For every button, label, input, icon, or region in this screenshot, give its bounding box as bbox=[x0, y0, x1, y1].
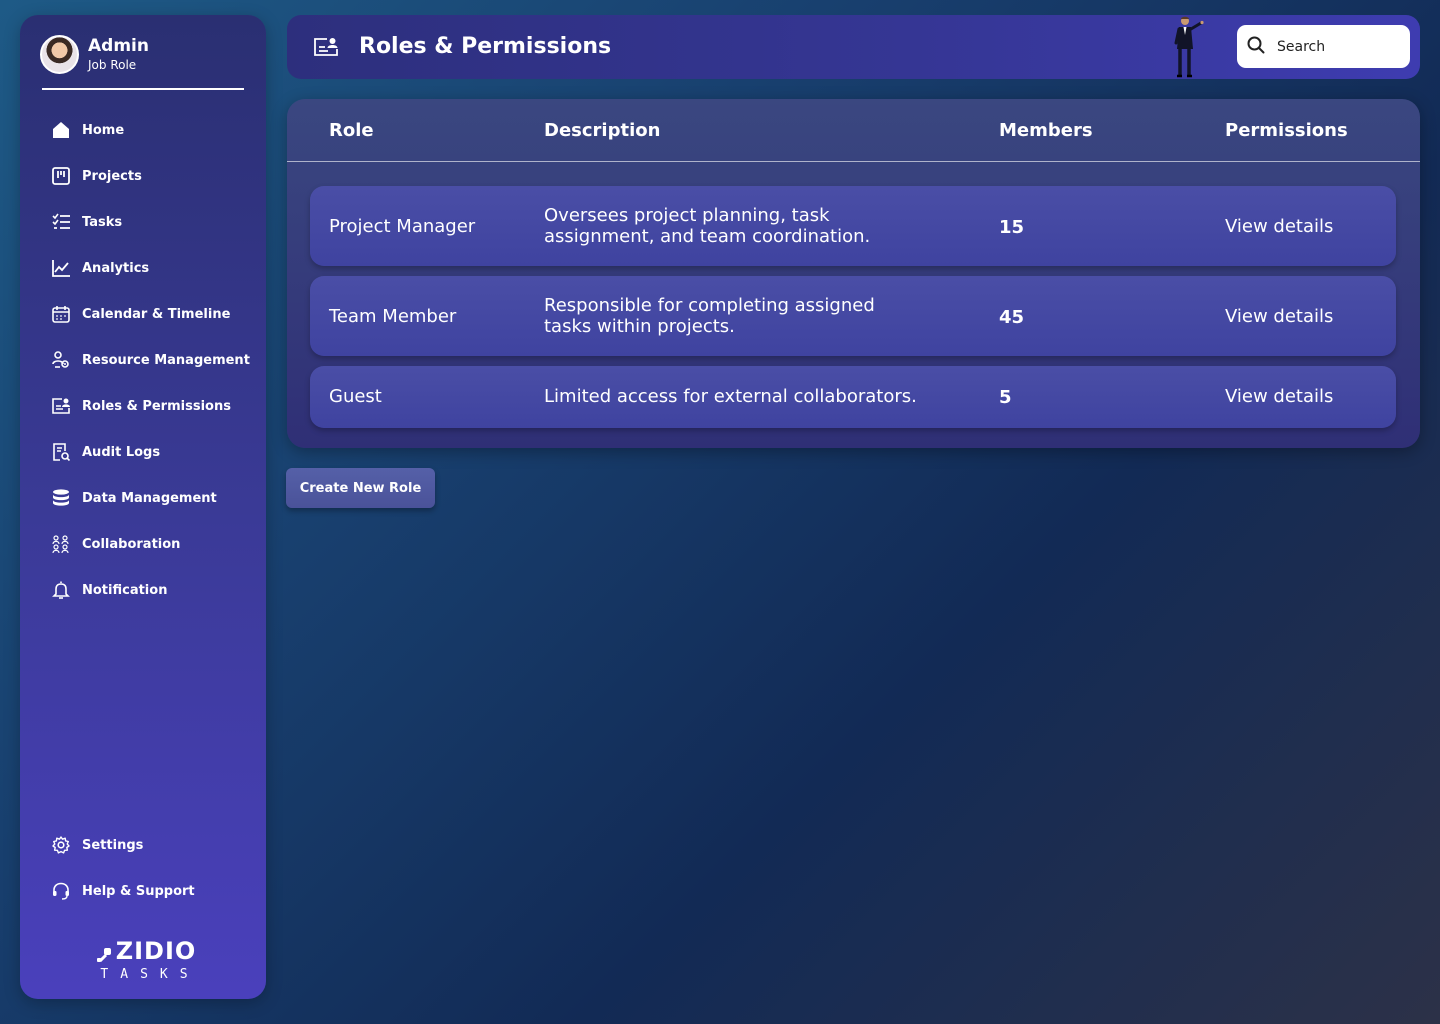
sidebar-divider bbox=[42, 88, 244, 90]
sidebar-item-help-support[interactable]: Help & Support bbox=[50, 868, 195, 914]
sidebar-item-label: Data Management bbox=[82, 490, 217, 506]
column-header-permissions: Permissions bbox=[1225, 120, 1348, 141]
role-description: Limited access for external collaborator… bbox=[544, 386, 917, 407]
bell-icon bbox=[50, 579, 72, 601]
calendar-icon bbox=[50, 303, 72, 325]
role-description-line: tasks within projects. bbox=[544, 316, 735, 337]
role-description-line: assignment, and team coordination. bbox=[544, 226, 871, 247]
user-profile[interactable]: Admin Job Role bbox=[40, 35, 149, 74]
sidebar-item-home[interactable]: Home bbox=[50, 107, 250, 153]
sidebar-item-calendar-timeline[interactable]: Calendar & Timeline bbox=[50, 291, 250, 337]
roles-icon bbox=[313, 35, 339, 59]
role-description-line: Responsible for completing assigned bbox=[544, 295, 875, 316]
member-count: 15 bbox=[999, 217, 1025, 238]
sidebar-item-label: Notification bbox=[82, 582, 168, 598]
mascot-illustration bbox=[1171, 15, 1211, 79]
column-header-role: Role bbox=[329, 120, 374, 141]
database-icon bbox=[50, 487, 72, 509]
create-new-role-button[interactable]: Create New Role bbox=[286, 468, 435, 508]
sidebar-item-label: Home bbox=[82, 122, 125, 138]
sidebar-item-label: Calendar & Timeline bbox=[82, 306, 231, 322]
avatar bbox=[40, 35, 79, 74]
sidebar-item-label: Resource Management bbox=[82, 352, 250, 368]
sidebar-item-label: Analytics bbox=[82, 260, 150, 276]
sidebar-item-data-management[interactable]: Data Management bbox=[50, 475, 250, 521]
role-name: Project Manager bbox=[329, 216, 476, 237]
page-header: Roles & Permissions bbox=[287, 15, 1420, 79]
role-description: Oversees project planning, task assignme… bbox=[544, 205, 870, 247]
sidebar-nav: Home Projects Tasks Analytics Calendar &… bbox=[50, 107, 250, 613]
search-box[interactable] bbox=[1237, 25, 1410, 68]
sidebar-item-settings[interactable]: Settings bbox=[50, 822, 195, 868]
audit-logs-icon bbox=[50, 441, 72, 463]
headset-icon bbox=[50, 880, 72, 902]
home-icon bbox=[50, 119, 72, 141]
sidebar-item-collaboration[interactable]: Collaboration bbox=[50, 521, 250, 567]
roles-table: Role Description Members Permissions Pro… bbox=[287, 99, 1420, 448]
gear-icon bbox=[50, 834, 72, 856]
logo-subtext: TASKS bbox=[100, 967, 200, 982]
sidebar-item-roles-permissions[interactable]: Roles & Permissions bbox=[50, 383, 250, 429]
sidebar-item-label: Tasks bbox=[82, 214, 123, 230]
sidebar-item-label: Collaboration bbox=[82, 536, 181, 552]
view-details-link[interactable]: View details bbox=[1225, 216, 1333, 237]
sidebar-item-projects[interactable]: Projects bbox=[50, 153, 250, 199]
table-row[interactable]: Guest Limited access for external collab… bbox=[310, 366, 1396, 428]
projects-icon bbox=[50, 165, 72, 187]
role-description-line: Oversees project planning, task bbox=[544, 205, 830, 226]
sidebar-item-notification[interactable]: Notification bbox=[50, 567, 250, 613]
view-details-link[interactable]: View details bbox=[1225, 306, 1333, 327]
column-header-description: Description bbox=[544, 120, 661, 141]
sidebar-item-resource-management[interactable]: Resource Management bbox=[50, 337, 250, 383]
sidebar-item-label: Audit Logs bbox=[82, 444, 161, 460]
table-row[interactable]: Team Member Responsible for completing a… bbox=[310, 276, 1396, 356]
resource-icon bbox=[50, 349, 72, 371]
role-name: Team Member bbox=[329, 306, 457, 327]
sidebar-item-analytics[interactable]: Analytics bbox=[50, 245, 250, 291]
sidebar-item-audit-logs[interactable]: Audit Logs bbox=[50, 429, 250, 475]
table-row[interactable]: Project Manager Oversees project plannin… bbox=[310, 186, 1396, 266]
view-details-link[interactable]: View details bbox=[1225, 386, 1333, 407]
search-input[interactable] bbox=[1277, 38, 1397, 55]
logo-text: ZIDIO bbox=[115, 937, 197, 965]
tasks-icon bbox=[50, 211, 72, 233]
table-header: Role Description Members Permissions bbox=[287, 99, 1420, 162]
sidebar-item-label: Roles & Permissions bbox=[82, 398, 231, 414]
sidebar-item-label: Help & Support bbox=[82, 883, 195, 899]
sidebar-bottom-nav: Settings Help & Support bbox=[50, 822, 195, 914]
role-description-line: Limited access for external collaborator… bbox=[544, 386, 917, 407]
collaboration-icon bbox=[50, 533, 72, 555]
sidebar-item-label: Projects bbox=[82, 168, 142, 184]
logo-mark-icon bbox=[96, 943, 112, 963]
roles-icon bbox=[50, 395, 72, 417]
profile-role: Job Role bbox=[88, 58, 137, 72]
role-name: Guest bbox=[329, 386, 382, 407]
profile-name: Admin bbox=[88, 36, 149, 56]
sidebar-item-label: Settings bbox=[82, 837, 144, 853]
member-count: 5 bbox=[999, 387, 1012, 408]
search-icon bbox=[1247, 36, 1265, 58]
member-count: 45 bbox=[999, 307, 1025, 328]
zidio-logo: ZIDIO TASKS bbox=[86, 939, 206, 982]
role-description: Responsible for completing assigned task… bbox=[544, 295, 875, 337]
column-header-members: Members bbox=[999, 120, 1093, 141]
sidebar: Admin Job Role Home Projects Tasks Analy… bbox=[20, 15, 266, 999]
page-title: Roles & Permissions bbox=[359, 34, 612, 59]
analytics-icon bbox=[50, 257, 72, 279]
sidebar-item-tasks[interactable]: Tasks bbox=[50, 199, 250, 245]
